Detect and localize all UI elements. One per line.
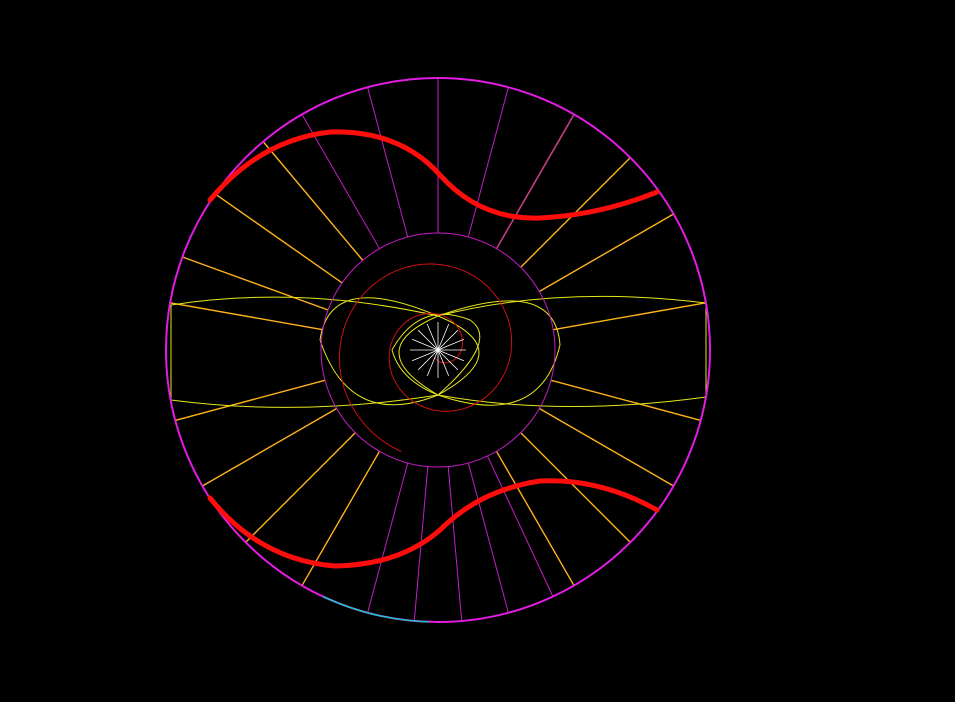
red-wave-top xyxy=(207,129,660,221)
spoke-line xyxy=(520,432,631,543)
center-spoke xyxy=(417,329,439,351)
red-curves xyxy=(207,129,660,569)
spoke-line xyxy=(467,462,509,613)
right-lens-curve xyxy=(398,300,561,406)
geometry-diagram xyxy=(165,77,711,623)
spoke-line xyxy=(553,302,706,331)
band-bottom-curve xyxy=(170,394,707,408)
spoke-line xyxy=(170,302,323,331)
spoke-line xyxy=(262,141,364,261)
spoke-line xyxy=(447,466,463,622)
center-spoke xyxy=(437,329,459,351)
spoke-line xyxy=(214,193,343,284)
spoke-line xyxy=(496,114,575,249)
center-spoke xyxy=(417,349,439,371)
spoke-line xyxy=(538,407,674,487)
spoke-line xyxy=(495,450,575,586)
spoke-line xyxy=(202,407,338,487)
red-wave-bottom xyxy=(207,478,660,569)
band-top-curve xyxy=(170,295,707,317)
red-spiral xyxy=(338,263,513,452)
outer-arc-accent xyxy=(322,595,429,623)
spoke-line xyxy=(367,87,409,238)
spoke-line xyxy=(367,462,409,613)
center-star xyxy=(410,322,466,378)
spoke-line xyxy=(245,432,356,543)
spoke-line xyxy=(538,213,674,293)
spoke-line xyxy=(175,379,326,422)
spoke-line xyxy=(486,455,554,597)
spoke-line xyxy=(182,256,329,311)
